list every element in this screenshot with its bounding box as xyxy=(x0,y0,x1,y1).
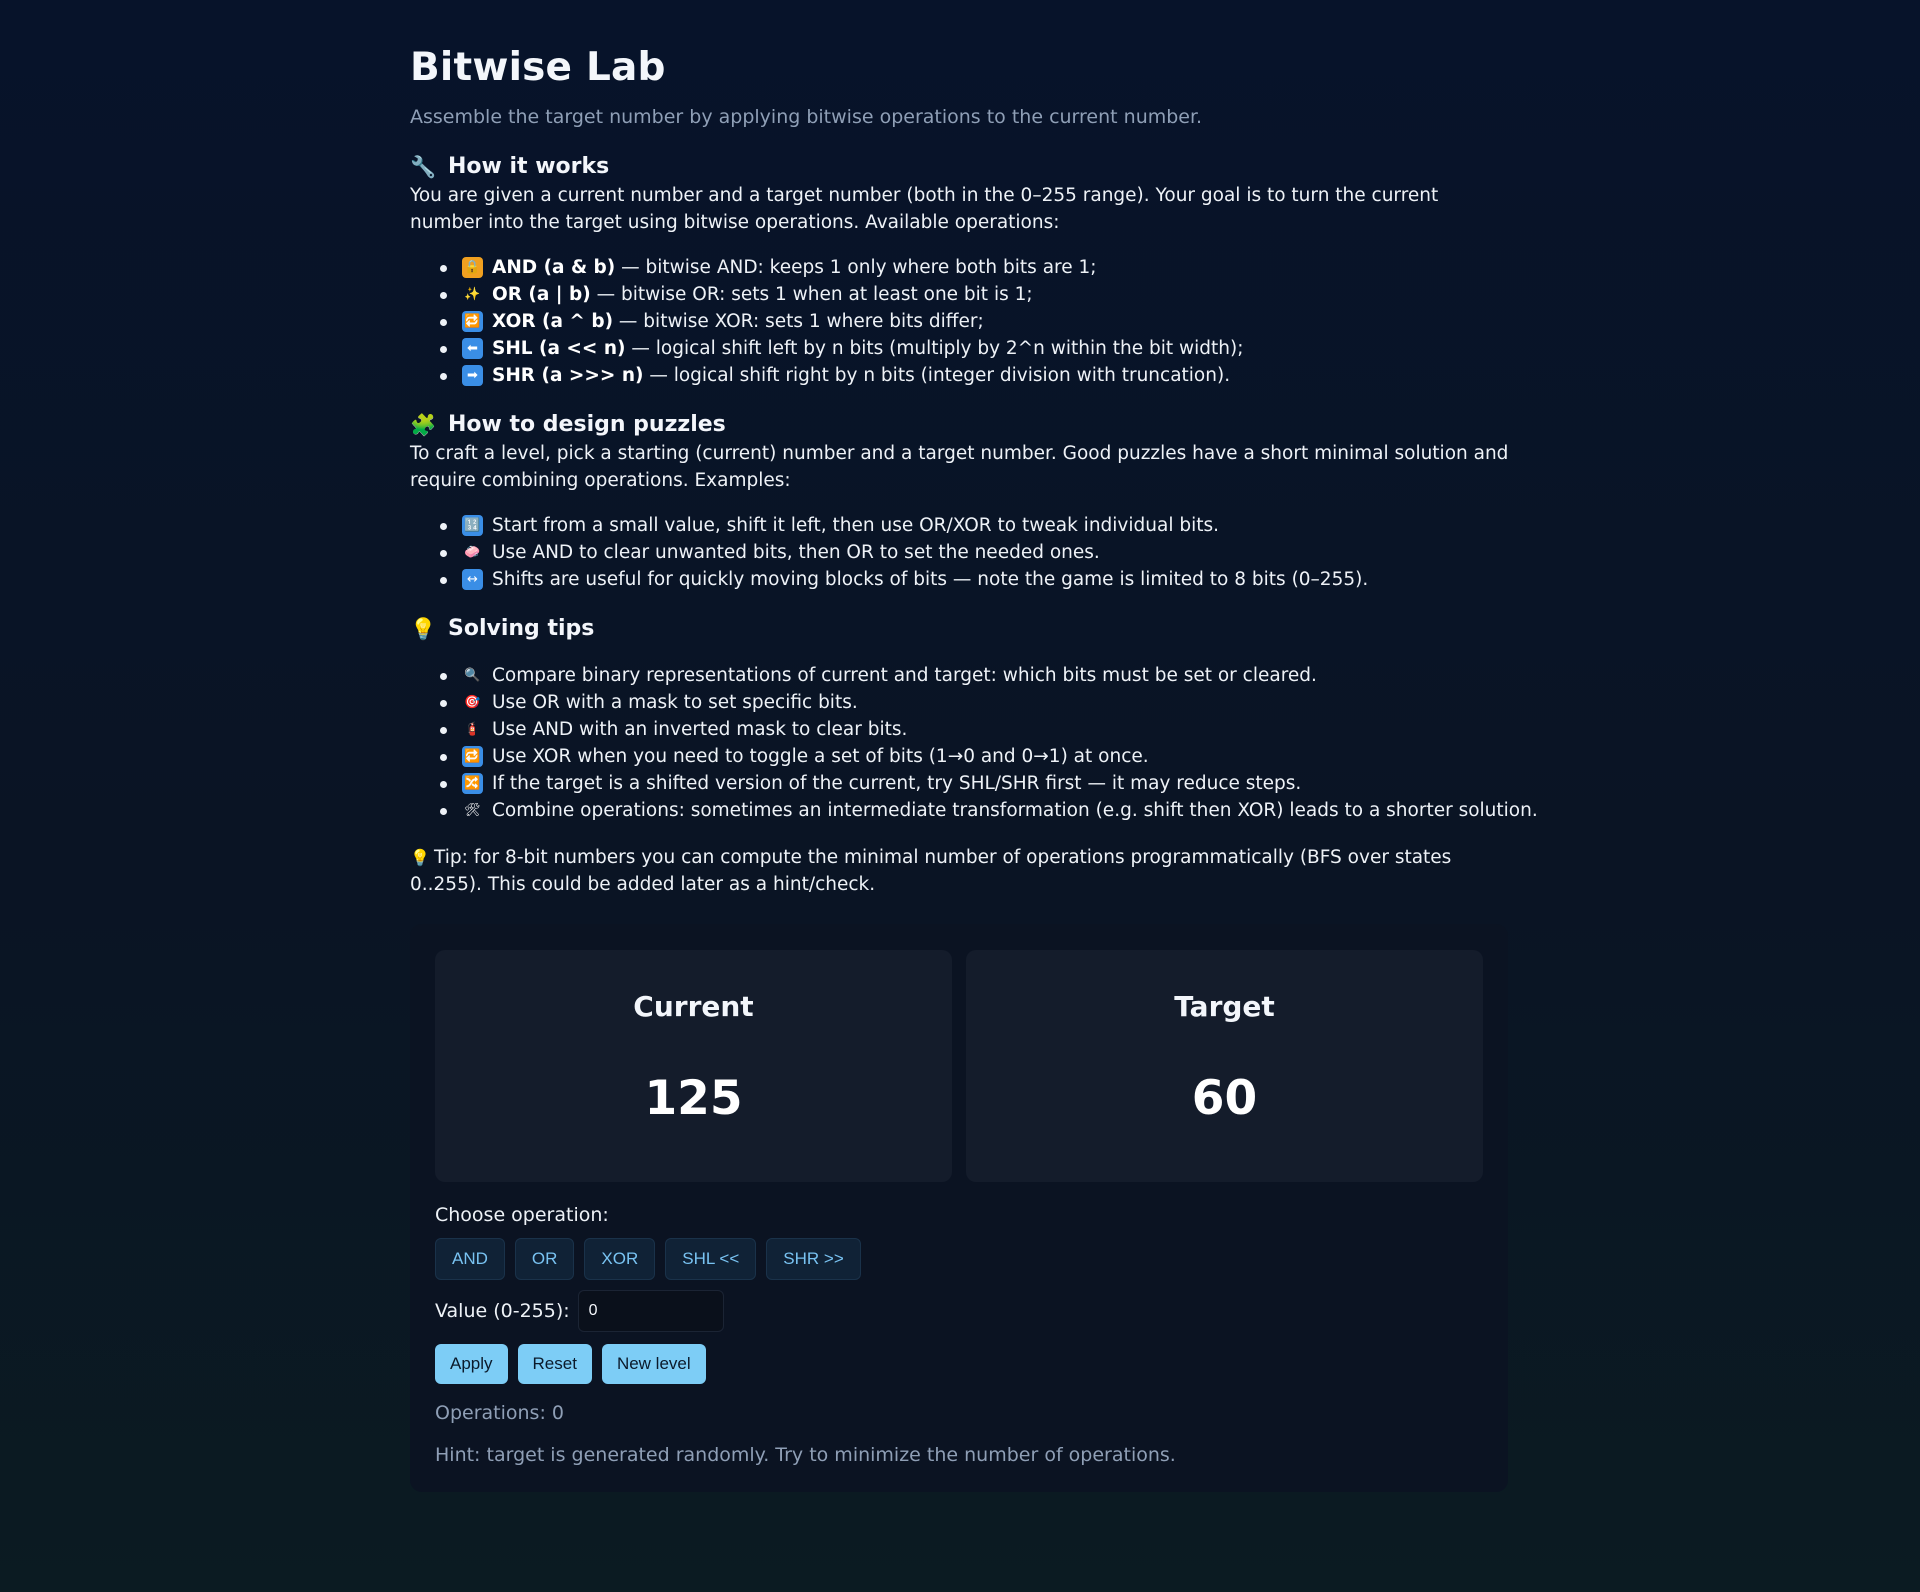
and-button[interactable]: AND xyxy=(435,1238,505,1280)
op-name: XOR (a ^ b) xyxy=(492,311,614,332)
tip-text: If the target is a shifted version of th… xyxy=(492,773,1302,794)
hint-text: Hint: target is generated randomly. Try … xyxy=(435,1444,1176,1466)
list-item: ⬅ SHL (a << n) — logical shift left by n… xyxy=(440,335,1512,362)
shl-button[interactable]: SHL << xyxy=(665,1238,757,1280)
lightbulb-icon: 💡 xyxy=(410,848,430,867)
value-label: Value (0-255): xyxy=(435,1300,570,1322)
shuffle-icon: 🔀 xyxy=(462,773,483,794)
lightbulb-icon: 💡 xyxy=(410,617,437,641)
design-examples-list: 🔢 Start from a small value, shift it lef… xyxy=(410,512,1512,593)
op-desc: — bitwise OR: sets 1 when at least one b… xyxy=(590,284,1033,305)
list-item: ➡ SHR (a >>> n) — logical shift right by… xyxy=(440,362,1512,389)
list-item: 🎯 Use OR with a mask to set specific bit… xyxy=(440,689,1512,716)
list-item: 🔒 AND (a & b) — bitwise AND: keeps 1 onl… xyxy=(440,254,1512,281)
operation-buttons: AND OR XOR SHL << SHR >> xyxy=(435,1238,1483,1280)
new-level-button[interactable]: New level xyxy=(601,1344,706,1384)
op-desc: — bitwise AND: keeps 1 only where both b… xyxy=(615,257,1097,278)
game-panel: Current 125 Target 60 Choose operation: … xyxy=(410,924,1508,1492)
page-subtitle: Assemble the target number by applying b… xyxy=(410,106,1203,128)
op-name: SHR (a >>> n) xyxy=(492,365,644,386)
how-it-works-intro: You are given a current number and a tar… xyxy=(410,185,1439,233)
list-item: ✨ OR (a | b) — bitwise OR: sets 1 when a… xyxy=(440,281,1512,308)
list-item: 🔁 Use XOR when you need to toggle a set … xyxy=(440,743,1512,770)
reset-button[interactable]: Reset xyxy=(517,1344,592,1384)
shr-button[interactable]: SHR >> xyxy=(766,1238,861,1280)
or-button[interactable]: OR xyxy=(514,1238,575,1280)
tips-list: 🔍 Compare binary representations of curr… xyxy=(410,662,1538,824)
target-value: 60 xyxy=(1191,1071,1258,1126)
lock-icon: 🔒 xyxy=(462,257,483,278)
puzzle-icon: 🧩 xyxy=(410,413,437,437)
list-item: 🔍 Compare binary representations of curr… xyxy=(440,662,1512,689)
repeat-icon: 🔁 xyxy=(462,746,483,767)
list-item: 🔀 If the target is a shifted version of … xyxy=(440,770,1512,797)
tips-title: Solving tips xyxy=(448,616,595,641)
numbers-icon: 🔢 xyxy=(462,515,483,536)
extinguisher-icon: 🧯 xyxy=(464,722,481,737)
arrow-right-icon: ➡ xyxy=(462,365,483,386)
action-buttons: Apply Reset New level xyxy=(435,1344,1483,1384)
wrench-icon: 🔧 xyxy=(410,155,437,179)
list-item: 🧼 Use AND to clear unwanted bits, then O… xyxy=(440,539,1512,566)
apply-button[interactable]: Apply xyxy=(435,1344,508,1384)
operations-count: Operations: 0 xyxy=(435,1402,564,1424)
current-value: 125 xyxy=(644,1071,743,1126)
page-title: Bitwise Lab xyxy=(410,45,666,90)
current-card: Current 125 xyxy=(435,950,952,1182)
op-desc: — logical shift right by n bits (integer… xyxy=(643,365,1231,386)
tip-text: Use OR with a mask to set specific bits. xyxy=(492,692,858,713)
example-text: Start from a small value, shift it left,… xyxy=(492,515,1219,536)
list-item: 🛠 Combine operations: sometimes an inter… xyxy=(440,797,1538,824)
page-container: Bitwise Lab Assemble the target number b… xyxy=(410,0,1538,1492)
list-item: 🔢 Start from a small value, shift it lef… xyxy=(440,512,1512,539)
bfs-tip: 💡 Tip: for 8-bit numbers you can compute … xyxy=(410,844,1512,898)
target-card: Target 60 xyxy=(966,950,1483,1182)
left-right-arrow-icon: ↔ xyxy=(462,569,483,590)
tip-text: Compare binary representations of curren… xyxy=(492,665,1317,686)
list-item: 🧯 Use AND with an inverted mask to clear… xyxy=(440,716,1512,743)
example-text: Shifts are useful for quickly moving blo… xyxy=(492,569,1369,590)
repeat-icon: 🔁 xyxy=(462,311,483,332)
gem-icon: 🧼 xyxy=(464,545,481,560)
example-text: Use AND to clear unwanted bits, then OR … xyxy=(492,542,1100,563)
value-row: Value (0-255): xyxy=(435,1290,1483,1332)
list-item: 🔁 XOR (a ^ b) — bitwise XOR: sets 1 wher… xyxy=(440,308,1512,335)
tip-text: Use XOR when you need to toggle a set of… xyxy=(492,746,1149,767)
design-intro: To craft a level, pick a starting (curre… xyxy=(410,443,1509,491)
design-title: How to design puzzles xyxy=(448,412,726,437)
value-input[interactable] xyxy=(577,1290,724,1332)
tip-text: Combine operations: sometimes an interme… xyxy=(492,800,1538,821)
tools-icon: 🛠 xyxy=(464,803,481,818)
number-cards: Current 125 Target 60 xyxy=(435,950,1483,1182)
bfs-tip-text: Tip: for 8-bit numbers you can compute t… xyxy=(410,847,1452,895)
operations-list: 🔒 AND (a & b) — bitwise AND: keeps 1 onl… xyxy=(410,254,1512,389)
how-it-works-title: How it works xyxy=(448,154,610,179)
op-desc: — bitwise XOR: sets 1 where bits differ; xyxy=(613,311,984,332)
op-name: SHL (a << n) xyxy=(492,338,626,359)
sparkles-icon: ✨ xyxy=(464,287,481,302)
magnifier-icon: 🔍 xyxy=(464,668,481,683)
op-desc: — logical shift left by n bits (multiply… xyxy=(625,338,1244,359)
current-label: Current xyxy=(633,990,754,1023)
how-it-works-heading: 🔧 How it works xyxy=(410,152,1512,182)
tips-heading: 💡 Solving tips xyxy=(410,614,1512,644)
choose-operation-label: Choose operation: xyxy=(435,1204,609,1226)
tip-text: Use AND with an inverted mask to clear b… xyxy=(492,719,908,740)
target-label: Target xyxy=(1174,990,1275,1023)
target-icon: 🎯 xyxy=(464,695,481,710)
xor-button[interactable]: XOR xyxy=(584,1238,656,1280)
design-heading: 🧩 How to design puzzles xyxy=(410,410,1512,440)
list-item: ↔ Shifts are useful for quickly moving b… xyxy=(440,566,1512,593)
op-name: AND (a & b) xyxy=(492,257,616,278)
op-name: OR (a | b) xyxy=(492,284,591,305)
arrow-left-icon: ⬅ xyxy=(462,338,483,359)
